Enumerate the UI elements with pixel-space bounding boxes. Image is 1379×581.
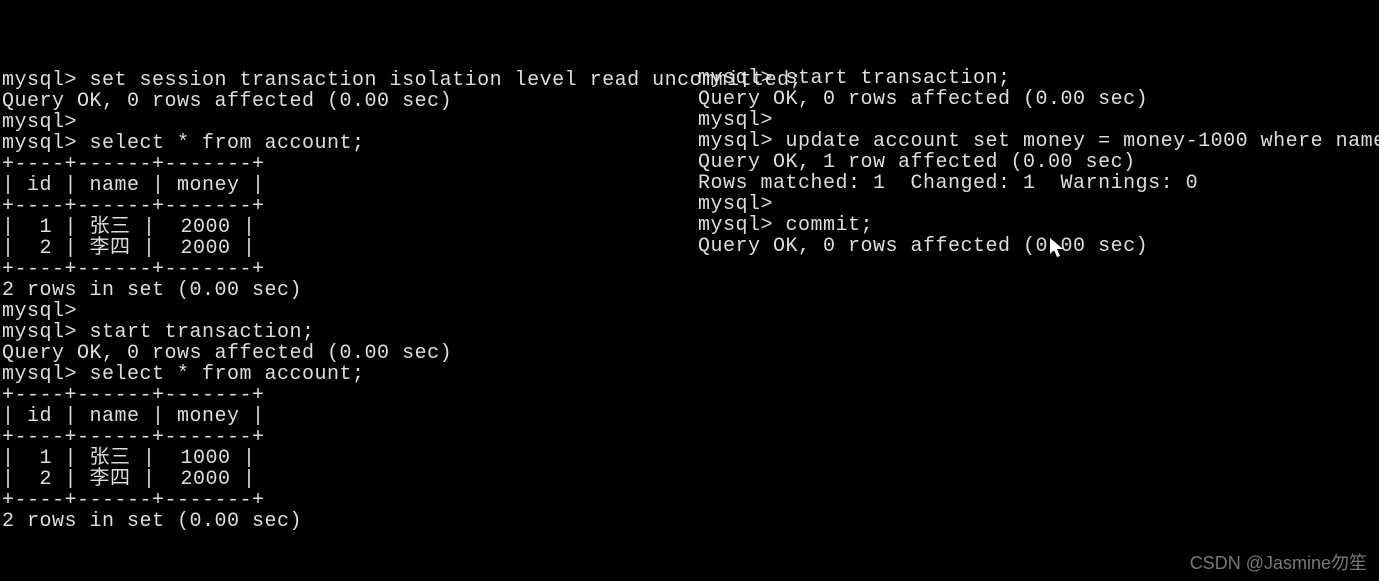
terminal-line: | 1 | 张三 | 1000 | xyxy=(2,448,682,469)
terminal-line: | 1 | 张三 | 2000 | xyxy=(2,217,682,238)
terminal-line: +----+------+-------+ xyxy=(2,490,682,511)
terminal-line: +----+------+-------+ xyxy=(2,427,682,448)
terminal-line: +----+------+-------+ xyxy=(2,385,682,406)
terminal-line: mysql> xyxy=(2,112,682,133)
terminal-line: mysql> xyxy=(2,301,682,322)
terminal-line: 2 rows in set (0.00 sec) xyxy=(2,280,682,301)
terminal-line: mysql> update account set money = money-… xyxy=(698,131,1378,152)
terminal-line: Query OK, 0 rows affected (0.00 sec) xyxy=(2,91,682,112)
terminal-line: mysql> select * from account; xyxy=(2,364,682,385)
terminal-line: Query OK, 0 rows affected (0.00 sec) xyxy=(2,343,682,364)
terminal-line: Rows matched: 1 Changed: 1 Warnings: 0 xyxy=(698,173,1378,194)
terminal-line: mysql> select * from account; xyxy=(2,133,682,154)
terminal-left-pane[interactable]: mysql> set session transaction isolation… xyxy=(2,70,682,532)
watermark-text: CSDN @Jasmine勿笙 xyxy=(1190,549,1367,575)
terminal-line: | 2 | 李四 | 2000 | xyxy=(2,469,682,490)
terminal-line: mysql> commit; xyxy=(698,215,1378,236)
terminal-line: | id | name | money | xyxy=(2,406,682,427)
terminal-line: mysql> start transaction; xyxy=(698,68,1378,89)
terminal-line: Query OK, 1 row affected (0.00 sec) xyxy=(698,152,1378,173)
terminal-line: +----+------+-------+ xyxy=(2,259,682,280)
terminal-line: mysql> set session transaction isolation… xyxy=(2,70,682,91)
terminal-line: | id | name | money | xyxy=(2,175,682,196)
terminal-right-pane[interactable]: mysql> start transaction; Query OK, 0 ro… xyxy=(698,68,1378,257)
terminal-line: +----+------+-------+ xyxy=(2,154,682,175)
terminal-line: Query OK, 0 rows affected (0.00 sec) xyxy=(698,236,1378,257)
terminal-line: | 2 | 李四 | 2000 | xyxy=(2,238,682,259)
mouse-cursor-icon xyxy=(1050,238,1064,264)
terminal-line: mysql> start transaction; xyxy=(2,322,682,343)
terminal-line: Query OK, 0 rows affected (0.00 sec) xyxy=(698,89,1378,110)
terminal-line: 2 rows in set (0.00 sec) xyxy=(2,511,682,532)
terminal-line: mysql> xyxy=(698,110,1378,131)
terminal-line: +----+------+-------+ xyxy=(2,196,682,217)
terminal-line: mysql> xyxy=(698,194,1378,215)
